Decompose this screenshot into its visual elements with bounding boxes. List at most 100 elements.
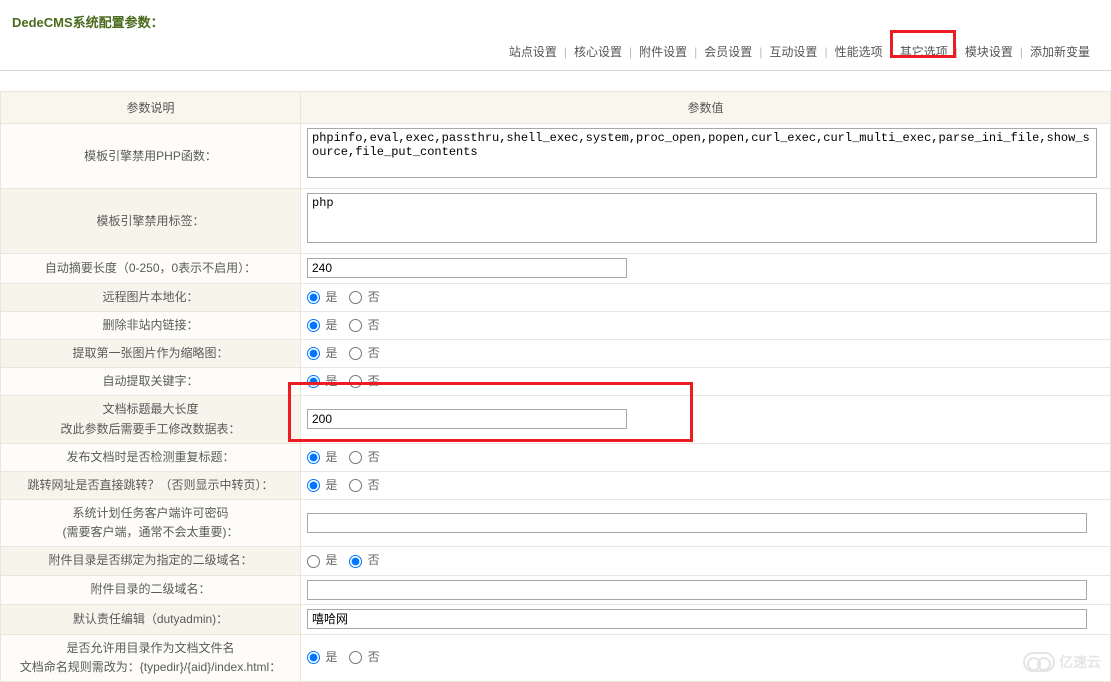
table-row: 自动提取关键字： 是 否 bbox=[1, 368, 1111, 396]
param-input[interactable] bbox=[307, 258, 627, 278]
radio-yes[interactable] bbox=[307, 479, 320, 492]
radio-yes[interactable] bbox=[307, 291, 320, 304]
radio-no[interactable] bbox=[349, 479, 362, 492]
table-row: 远程图片本地化： 是 否 bbox=[1, 283, 1111, 311]
param-input[interactable] bbox=[307, 409, 627, 429]
radio-yes[interactable] bbox=[307, 319, 320, 332]
param-label: 提取第一张图片作为缩略图： bbox=[1, 339, 301, 367]
table-row: 附件目录是否绑定为指定的二级域名： 是 否 bbox=[1, 547, 1111, 575]
param-value-cell: 是 否 bbox=[301, 283, 1111, 311]
header-bar: DedeCMS系统配置参数： 站点设置|核心设置|附件设置|会员设置|互动设置|… bbox=[0, 0, 1111, 71]
radio-no[interactable] bbox=[349, 347, 362, 360]
param-input[interactable] bbox=[307, 609, 1087, 629]
radio-label-no[interactable]: 否 bbox=[349, 374, 379, 388]
tab-nav: 站点设置|核心设置|附件设置|会员设置|互动设置|性能选项|其它选项|模块设置|… bbox=[10, 39, 1101, 70]
radio-no[interactable] bbox=[349, 319, 362, 332]
param-value-cell bbox=[301, 396, 1111, 443]
radio-no[interactable] bbox=[349, 651, 362, 664]
radio-no[interactable] bbox=[349, 451, 362, 464]
radio-group: 是 否 bbox=[307, 346, 392, 360]
tab-2[interactable]: 附件设置 bbox=[636, 45, 690, 59]
radio-group: 是 否 bbox=[307, 318, 392, 332]
tab-separator: | bbox=[560, 45, 571, 59]
table-row: 系统计划任务客户端许可密码(需要客户端，通常不会太重要)： bbox=[1, 500, 1111, 547]
table-row: 自动摘要长度（0-250，0表示不启用）： bbox=[1, 254, 1111, 283]
tab-7[interactable]: 模块设置 bbox=[962, 45, 1016, 59]
radio-label-no[interactable]: 否 bbox=[349, 650, 379, 664]
param-label: 默认责任编辑（dutyadmin)： bbox=[1, 604, 301, 634]
table-row: 模板引擎禁用PHP函数： bbox=[1, 124, 1111, 189]
param-value-cell: 是 否 bbox=[301, 547, 1111, 575]
radio-yes[interactable] bbox=[307, 651, 320, 664]
param-value-cell bbox=[301, 254, 1111, 283]
radio-label-yes[interactable]: 是 bbox=[307, 374, 337, 388]
radio-label-yes[interactable]: 是 bbox=[307, 650, 337, 664]
param-value-cell bbox=[301, 189, 1111, 254]
radio-yes[interactable] bbox=[307, 347, 320, 360]
table-row: 提取第一张图片作为缩略图： 是 否 bbox=[1, 339, 1111, 367]
param-value-cell: 是 否 bbox=[301, 339, 1111, 367]
radio-group: 是 否 bbox=[307, 374, 392, 388]
column-header-value: 参数值 bbox=[301, 92, 1111, 124]
param-label: 文档标题最大长度改此参数后需要手工修改数据表： bbox=[1, 396, 301, 443]
table-row: 默认责任编辑（dutyadmin)： bbox=[1, 604, 1111, 634]
tab-4[interactable]: 互动设置 bbox=[766, 45, 820, 59]
param-value-cell: 是 否 bbox=[301, 311, 1111, 339]
radio-group: 是 否 bbox=[307, 650, 392, 664]
radio-label-no[interactable]: 否 bbox=[349, 553, 379, 567]
config-table: 参数说明 参数值 模板引擎禁用PHP函数：模板引擎禁用标签：自动摘要长度（0-2… bbox=[0, 91, 1111, 682]
radio-label-no[interactable]: 否 bbox=[349, 318, 379, 332]
radio-label-no[interactable]: 否 bbox=[349, 478, 379, 492]
watermark-logo-icon bbox=[1023, 652, 1055, 672]
param-input[interactable] bbox=[307, 580, 1087, 600]
param-label: 自动摘要长度（0-250，0表示不启用）： bbox=[1, 254, 301, 283]
radio-label-yes[interactable]: 是 bbox=[307, 478, 337, 492]
radio-yes[interactable] bbox=[307, 451, 320, 464]
radio-label-no[interactable]: 否 bbox=[349, 290, 379, 304]
radio-no[interactable] bbox=[349, 375, 362, 388]
radio-label-no[interactable]: 否 bbox=[349, 450, 379, 464]
radio-label-yes[interactable]: 是 bbox=[307, 553, 337, 567]
tab-separator: | bbox=[951, 45, 962, 59]
radio-label-yes[interactable]: 是 bbox=[307, 450, 337, 464]
tab-3[interactable]: 会员设置 bbox=[701, 45, 755, 59]
param-input[interactable] bbox=[307, 513, 1087, 533]
param-label: 模板引擎禁用PHP函数： bbox=[1, 124, 301, 189]
param-label: 系统计划任务客户端许可密码(需要客户端，通常不会太重要)： bbox=[1, 500, 301, 547]
param-value-cell bbox=[301, 575, 1111, 604]
param-label: 是否允许用目录作为文档文件名文档命名规则需改为：{typedir}/{aid}/… bbox=[1, 634, 301, 681]
watermark: 亿速云 bbox=[1023, 652, 1101, 672]
radio-label-yes[interactable]: 是 bbox=[307, 346, 337, 360]
param-label: 远程图片本地化： bbox=[1, 283, 301, 311]
radio-label-yes[interactable]: 是 bbox=[307, 290, 337, 304]
radio-no[interactable] bbox=[349, 555, 362, 568]
tab-separator: | bbox=[625, 45, 636, 59]
radio-no[interactable] bbox=[349, 291, 362, 304]
param-value-cell: 是 否 bbox=[301, 471, 1111, 499]
radio-label-no[interactable]: 否 bbox=[349, 346, 379, 360]
param-value-cell: 是 否 bbox=[301, 443, 1111, 471]
tab-5[interactable]: 性能选项 bbox=[832, 45, 886, 59]
radio-yes[interactable] bbox=[307, 375, 320, 388]
param-value-cell bbox=[301, 124, 1111, 189]
radio-yes[interactable] bbox=[307, 555, 320, 568]
radio-group: 是 否 bbox=[307, 290, 392, 304]
column-header-name: 参数说明 bbox=[1, 92, 301, 124]
tab-separator: | bbox=[690, 45, 701, 59]
param-value-cell bbox=[301, 500, 1111, 547]
table-row: 附件目录的二级域名： bbox=[1, 575, 1111, 604]
tab-6[interactable]: 其它选项 bbox=[897, 45, 951, 59]
tab-8[interactable]: 添加新变量 bbox=[1027, 45, 1093, 59]
param-label: 跳转网址是否直接跳转？（否则显示中转页）： bbox=[1, 471, 301, 499]
tab-1[interactable]: 核心设置 bbox=[571, 45, 625, 59]
radio-group: 是 否 bbox=[307, 553, 392, 567]
radio-label-yes[interactable]: 是 bbox=[307, 318, 337, 332]
param-value-cell bbox=[301, 604, 1111, 634]
param-textarea[interactable] bbox=[307, 128, 1097, 178]
table-row: 模板引擎禁用标签： bbox=[1, 189, 1111, 254]
page-title: DedeCMS系统配置参数： bbox=[10, 8, 1101, 39]
tab-0[interactable]: 站点设置 bbox=[506, 45, 560, 59]
param-label: 模板引擎禁用标签： bbox=[1, 189, 301, 254]
param-textarea[interactable] bbox=[307, 193, 1097, 243]
tab-separator: | bbox=[755, 45, 766, 59]
